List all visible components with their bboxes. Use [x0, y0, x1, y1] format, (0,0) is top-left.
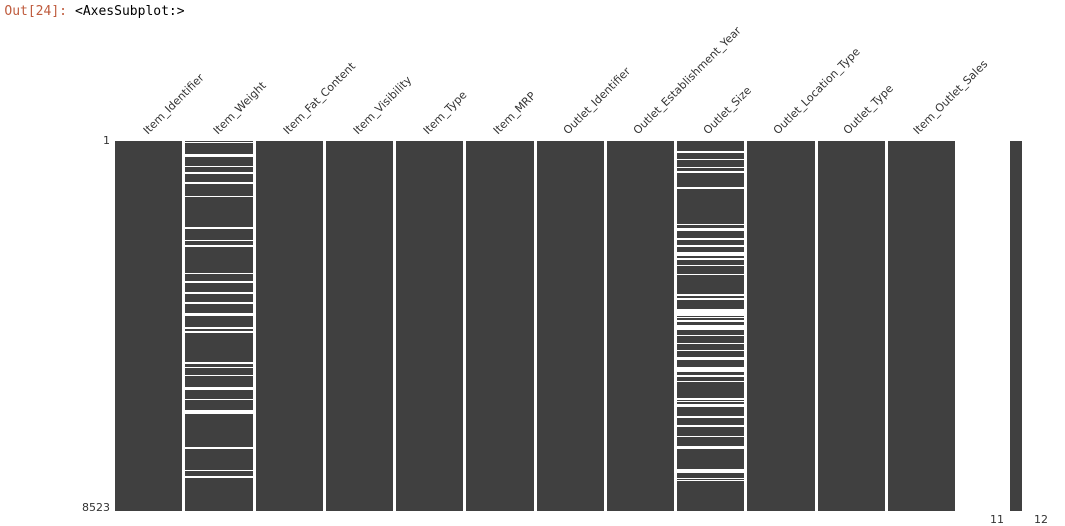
column-label: Item_Outlet_Sales: [911, 58, 990, 137]
matrix-column: [326, 141, 393, 511]
column-label: Item_Type: [421, 88, 470, 137]
matrix-column: [747, 141, 814, 511]
matrix-column: [537, 141, 604, 511]
sparkline-min-label: 11: [990, 513, 1004, 526]
x-axis-labels: Item_IdentifierItem_WeightItem_Fat_Conte…: [115, 21, 955, 141]
matplotlib-figure: Item_IdentifierItem_WeightItem_Fat_Conte…: [0, 21, 1065, 521]
y-tick-bottom: 8523: [70, 501, 110, 514]
matrix-column: [677, 141, 744, 511]
completeness-sparkline: [1010, 141, 1022, 511]
out-prompt: Out[24]:: [0, 4, 75, 19]
missingno-matrix: [115, 141, 955, 511]
matrix-column: [466, 141, 533, 511]
y-tick-top: 1: [80, 134, 110, 147]
sparkline-max-label: 12: [1034, 513, 1048, 526]
matrix-column: [607, 141, 674, 511]
out-repr-text: <AxesSubplot:>: [75, 4, 185, 19]
matrix-column: [115, 141, 182, 511]
matrix-column: [185, 141, 252, 511]
column-label: Item_MRP: [491, 89, 539, 137]
matrix-column: [396, 141, 463, 511]
matrix-column: [818, 141, 885, 511]
notebook-output-line: Out[24]: <AxesSubplot:>: [0, 0, 1065, 21]
matrix-column: [256, 141, 323, 511]
matrix-column: [888, 141, 955, 511]
